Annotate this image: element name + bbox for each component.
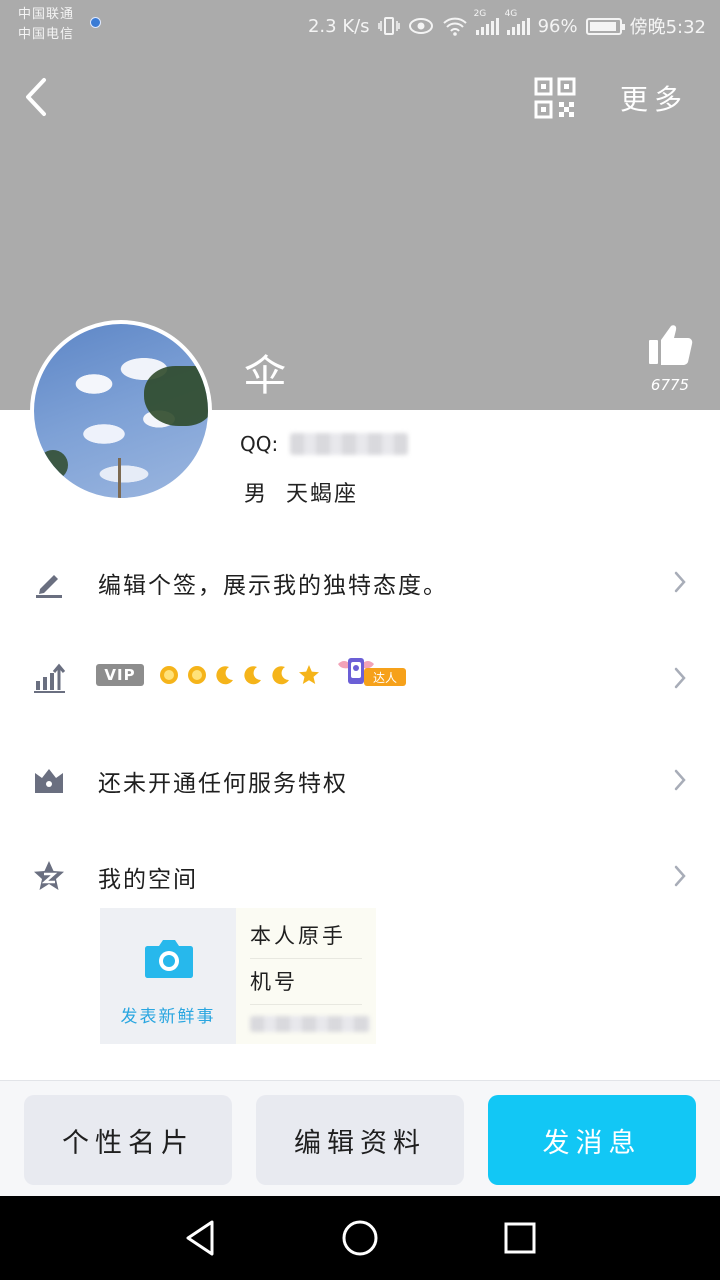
vip-badge: VIP [96, 664, 144, 686]
post-line-1: 本人原手 [250, 924, 346, 948]
carrier-1: 中国联通 [18, 7, 75, 22]
star-icon [299, 665, 319, 684]
chevron-right-icon [674, 667, 686, 689]
thumbs-up-icon[interactable] [646, 322, 694, 368]
sun-icon [188, 666, 206, 684]
battery-icon [585, 17, 625, 35]
post-line-2: 机号 [250, 970, 298, 994]
hd-icon [90, 17, 101, 28]
new-post-card[interactable]: 发表新鲜事 [100, 908, 236, 1044]
avatar-pole [118, 458, 121, 498]
daren-label: 达人 [373, 671, 397, 685]
post-redacted [250, 1016, 370, 1032]
divider [250, 1004, 362, 1005]
camera-icon [145, 940, 193, 978]
net-4g-label: 4G [504, 9, 518, 19]
sun-icon [160, 666, 178, 684]
more-button[interactable]: 更多 [620, 78, 688, 118]
divider [250, 958, 362, 959]
moon-icon [272, 666, 289, 685]
new-post-label: 发表新鲜事 [120, 1007, 216, 1027]
system-nav-bar [0, 1196, 720, 1280]
signature-text: 编辑个签，展示我的独特态度。 [98, 573, 448, 599]
status-icons: 2.3 K/s 2G 4G 96% 傍晚5:32 [307, 9, 706, 39]
nickname: 伞 [244, 351, 287, 400]
level-row[interactable]: VIP 达人 [0, 646, 720, 706]
like-count: 6775 [650, 376, 690, 394]
qq-number-line: QQ: [240, 432, 409, 456]
qzone-star-icon [34, 861, 64, 890]
chevron-right-icon [674, 571, 686, 593]
qzone-text: 我的空间 [98, 867, 198, 893]
avatar-tree-small [38, 450, 68, 480]
avatar[interactable] [30, 320, 212, 502]
clock: 傍晚5:32 [629, 17, 706, 38]
latest-post-card[interactable]: 本人原手 机号 [236, 908, 376, 1044]
privilege-text: 还未开通任何服务特权 [98, 771, 348, 797]
level-up-icon [34, 663, 66, 693]
signal-4g-icon: 4G [505, 9, 530, 35]
signature-row[interactable]: 编辑个签，展示我的独特态度。 [0, 550, 720, 610]
profile-card-button[interactable]: 个性名片 [24, 1095, 232, 1185]
eye-icon [408, 18, 433, 34]
qq-label: QQ: [240, 432, 279, 456]
carrier-2: 中国电信 [18, 27, 75, 42]
vibrate-icon [377, 17, 400, 35]
privilege-row[interactable]: 还未开通任何服务特权 [0, 748, 720, 808]
status-bar: 中国联通 中国电信 2.3 K/s 2G 4G 96% 傍晚5:32 [0, 0, 720, 52]
edit-pencil-icon [36, 575, 62, 598]
moon-icon [244, 666, 261, 685]
battery-percent: 96% [537, 15, 578, 37]
profile-info: 男天蝎座 [244, 476, 358, 508]
signal-2g-icon: 2G [474, 9, 499, 35]
home-circle-icon[interactable] [340, 1218, 380, 1258]
net-2g-label: 2G [473, 9, 487, 19]
chevron-right-icon [674, 865, 686, 887]
wifi-icon [442, 17, 467, 36]
back-button[interactable] [18, 74, 58, 120]
avatar-tree [144, 366, 208, 426]
zodiac: 天蝎座 [286, 482, 359, 507]
gender: 男 [244, 482, 269, 507]
qzone-row[interactable]: 我的空间 [0, 844, 720, 904]
daren-badge-icon: 达人 [338, 658, 406, 686]
network-speed: 2.3 K/s [307, 15, 370, 37]
action-bar: 个性名片 编辑资料 发消息 [0, 1080, 720, 1196]
carrier-info: 中国联通 中国电信 [18, 5, 74, 45]
chevron-right-icon [674, 769, 686, 791]
recents-square-icon[interactable] [502, 1218, 538, 1258]
back-triangle-icon[interactable] [182, 1218, 218, 1258]
edit-profile-button[interactable]: 编辑资料 [256, 1095, 464, 1185]
send-message-button[interactable]: 发消息 [488, 1095, 696, 1185]
moon-icon [216, 666, 233, 685]
qq-number-redacted [290, 433, 409, 455]
crown-icon [35, 769, 63, 793]
qr-code-button[interactable] [534, 77, 576, 119]
